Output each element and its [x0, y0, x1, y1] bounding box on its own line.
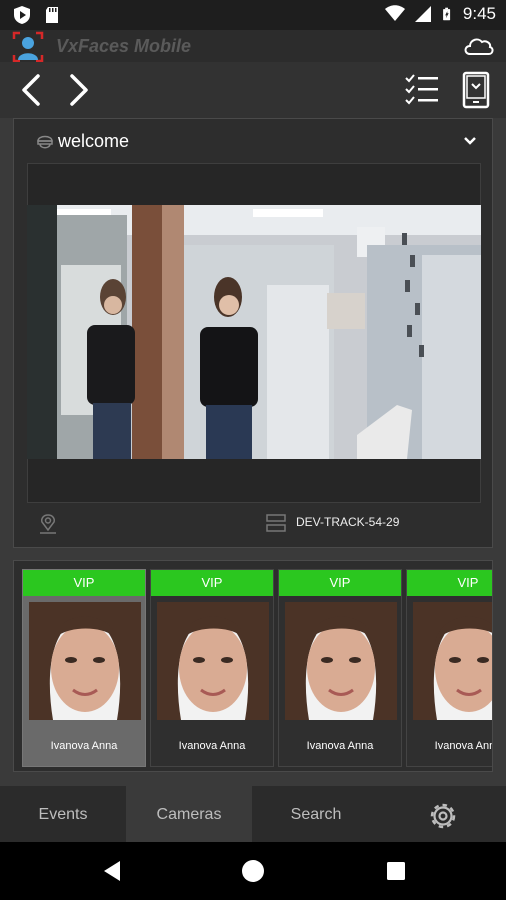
app-title: VxFaces Mobile	[56, 36, 192, 56]
person-name: Ivanova Anna	[306, 740, 374, 752]
vip-badge: VIP	[23, 570, 145, 596]
face-thumbnail	[29, 602, 141, 720]
person-name: Ivanova Anna	[178, 740, 246, 752]
server-icon	[266, 514, 286, 532]
forward-arrow-icon[interactable]	[60, 72, 96, 108]
device-id: DEV-TRACK-54-29	[296, 515, 400, 529]
toolbar	[0, 62, 506, 118]
app-title-bar: VxFaces Mobile	[0, 30, 506, 63]
sd-card-icon	[46, 7, 58, 23]
camera-card: welcome DEV-TRACK-54-29	[13, 118, 493, 548]
home-nav-icon[interactable]	[241, 859, 265, 883]
camera-name: welcome	[58, 131, 130, 151]
tab-search[interactable]: Search	[253, 786, 379, 842]
vip-badge: VIP	[279, 570, 401, 596]
status-bar: 9:45	[0, 0, 506, 30]
face-logo-icon	[12, 31, 44, 63]
gear-icon	[430, 803, 456, 829]
camera-dome-icon	[37, 135, 53, 149]
chevron-down-icon[interactable]	[462, 133, 478, 149]
tablet-icon[interactable]	[456, 70, 496, 110]
vip-badge: VIP	[151, 570, 273, 596]
bottom-nav: Events Cameras Search	[0, 786, 506, 842]
face-thumbnail	[413, 602, 492, 720]
location-pin-icon	[40, 514, 56, 534]
video-frame-image	[27, 205, 481, 459]
tab-events[interactable]: Events	[0, 786, 126, 842]
camera-footer: DEV-TRACK-54-29	[14, 505, 492, 545]
recents-nav-icon[interactable]	[384, 859, 408, 883]
signal-icon	[414, 6, 431, 22]
status-time: 9:45	[462, 4, 496, 23]
back-nav-icon[interactable]	[100, 859, 124, 883]
vip-badge: VIP	[407, 570, 492, 596]
battery-icon	[443, 7, 451, 21]
event-card[interactable]: VIP Ivanova Anna	[22, 569, 146, 767]
cloud-icon[interactable]	[462, 34, 494, 58]
face-thumbnail	[157, 602, 269, 720]
event-card[interactable]: VIP Ivanova Anna	[150, 569, 274, 767]
tab-cameras[interactable]: Cameras	[126, 786, 252, 842]
events-strip[interactable]: VIP Ivanova Anna VIP Ivanova Anna VIP Iv…	[13, 560, 493, 772]
person-name: Ivanova Anna	[434, 740, 492, 752]
wifi-icon	[384, 5, 405, 21]
camera-header[interactable]: welcome	[14, 119, 492, 163]
person-name: Ivanova Anna	[50, 740, 118, 752]
checklist-icon[interactable]	[402, 70, 442, 110]
back-arrow-icon[interactable]	[14, 72, 50, 108]
event-card[interactable]: VIP Ivanova Anna	[406, 569, 492, 767]
face-thumbnail	[285, 602, 397, 720]
android-nav-bar	[0, 842, 506, 900]
shield-icon	[14, 6, 30, 24]
tab-settings[interactable]	[380, 786, 506, 842]
event-card[interactable]: VIP Ivanova Anna	[278, 569, 402, 767]
camera-video-feed[interactable]	[27, 205, 481, 459]
